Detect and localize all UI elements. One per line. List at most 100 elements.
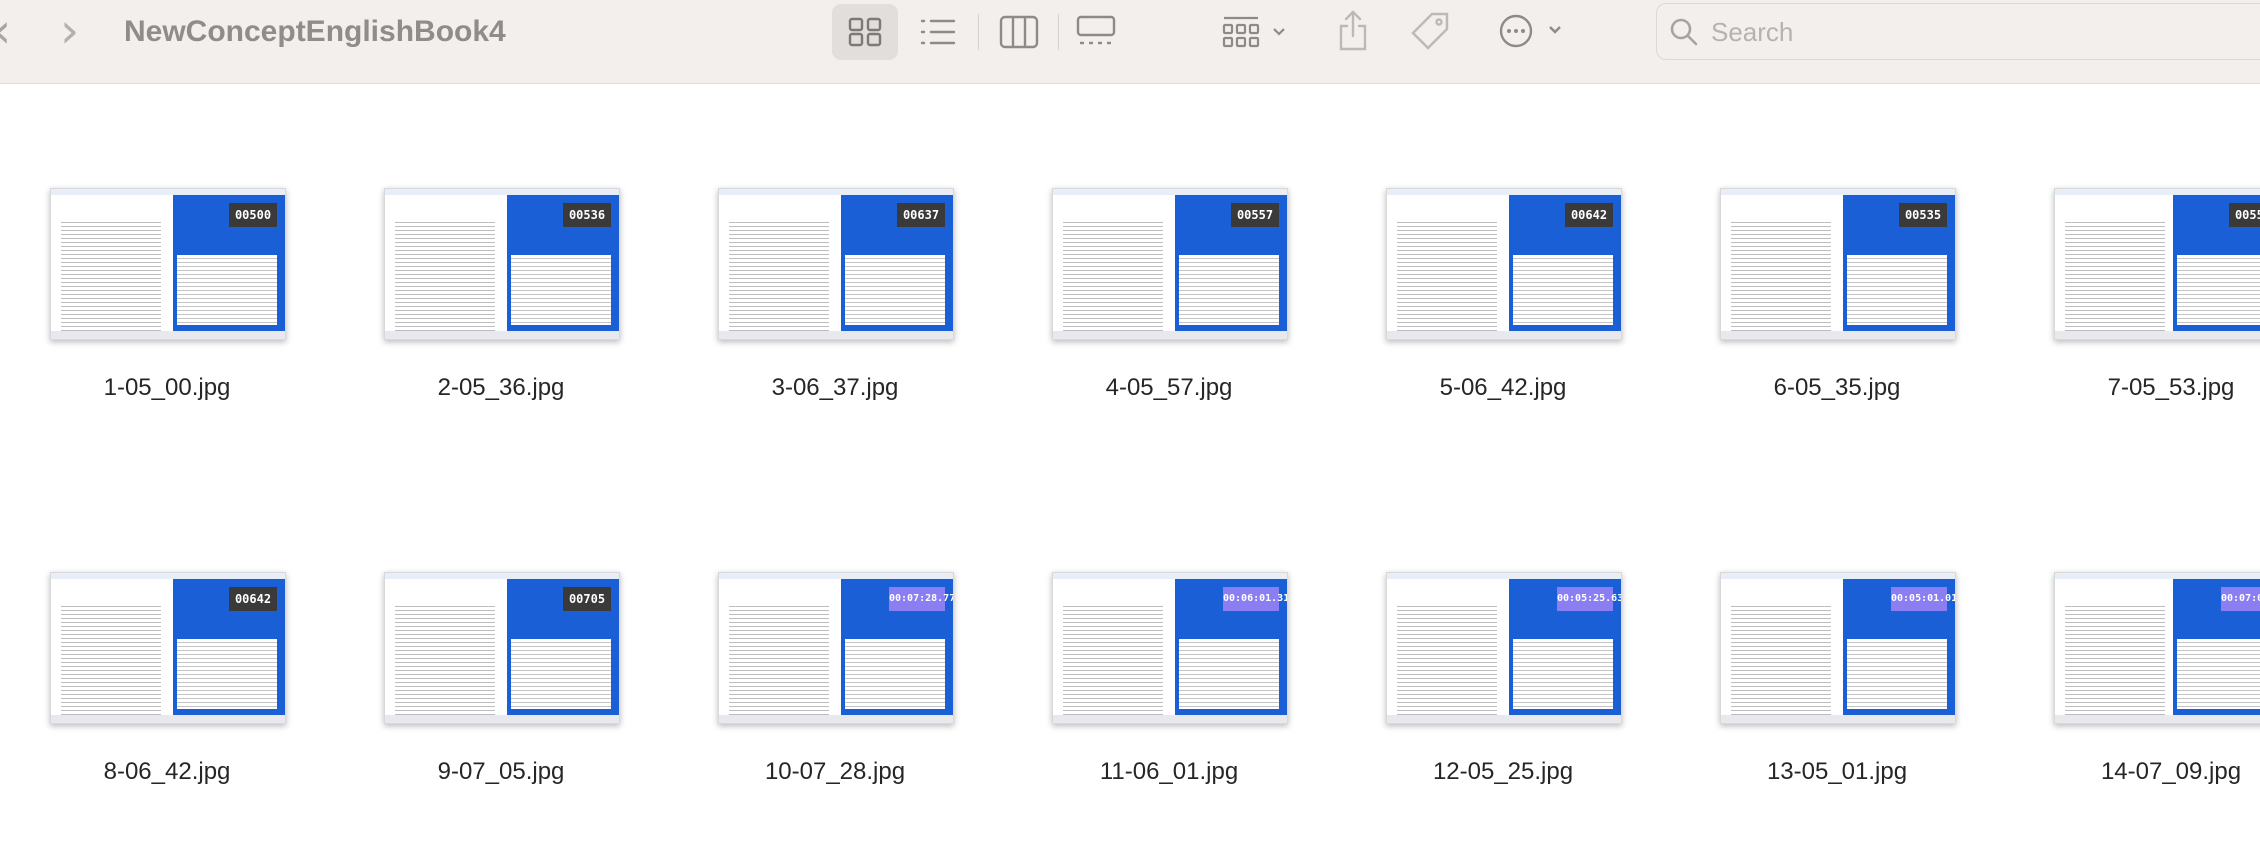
thumb-document [1053, 579, 1169, 715]
thumb-taskbar [51, 331, 285, 339]
file-thumbnail[interactable]: 00:07:28.77 [718, 572, 954, 724]
tag-icon[interactable] [1410, 11, 1450, 51]
file-thumbnail[interactable]: 00:07:09.41 [2054, 572, 2260, 724]
more-actions-icon[interactable] [1498, 12, 1564, 50]
file-thumbnail[interactable]: 00:05:01.01 [1720, 572, 1956, 724]
list-view-icon[interactable] [920, 17, 956, 47]
thumb-timer: 00:05:01.01 [1891, 587, 1955, 611]
thumb-timer: 00705 [563, 587, 611, 611]
column-view-icon[interactable] [999, 15, 1039, 49]
file-item[interactable]: 00536 2-05_36.jpg [334, 84, 668, 401]
file-thumbnail[interactable]: 00637 [718, 188, 954, 340]
thumb-taskbar [2055, 715, 2260, 723]
file-thumbnail[interactable]: 00642 [50, 572, 286, 724]
thumb-document-2 [177, 639, 277, 709]
back-icon[interactable]: ‹ [0, 6, 11, 56]
thumb-document-2 [1847, 639, 1947, 709]
thumb-document-2 [1179, 255, 1279, 325]
thumb-taskbar [385, 331, 619, 339]
thumb-document [51, 195, 167, 331]
file-item[interactable]: 00:07:09.41 14-07_09.jpg [2004, 468, 2260, 785]
thumb-timer: 00:06:01.31 [1223, 587, 1287, 611]
file-thumbnail[interactable]: 00705 [384, 572, 620, 724]
thumb-timer: 00642 [1565, 203, 1613, 227]
file-thumbnail[interactable]: 00557 [1052, 188, 1288, 340]
thumb-taskbar [51, 715, 285, 723]
file-name-label[interactable]: 5-06_42.jpg [1336, 374, 1670, 402]
file-item[interactable]: 00:06:01.31 11-06_01.jpg [1002, 468, 1336, 785]
thumb-document-2 [1847, 255, 1947, 325]
finder-toolbar: ‹ › NewConceptEnglishBook4 [0, 0, 2260, 84]
file-name-label[interactable]: 14-07_09.jpg [2004, 758, 2260, 786]
thumb-taskbar [719, 331, 953, 339]
forward-icon[interactable]: › [60, 6, 79, 56]
thumb-taskbar [2055, 331, 2260, 339]
gallery-view-icon[interactable] [1076, 15, 1116, 49]
thumb-document [385, 195, 501, 331]
thumb-taskbar [1721, 715, 1955, 723]
thumb-document [1387, 579, 1503, 715]
thumb-document [385, 579, 501, 715]
thumb-timer: 00535 [1899, 203, 1947, 227]
thumb-timer: 00637 [897, 203, 945, 227]
thumb-taskbar [1721, 331, 1955, 339]
icon-view-icon[interactable] [848, 17, 882, 47]
file-item[interactable]: 00:07:28.77 10-07_28.jpg [668, 468, 1002, 785]
search-input[interactable] [1709, 14, 2213, 50]
thumb-document-2 [845, 639, 945, 709]
file-item[interactable]: 00:05:01.01 13-05_01.jpg [1670, 468, 2004, 785]
thumb-document [1387, 195, 1503, 331]
file-thumbnail[interactable]: 00536 [384, 188, 620, 340]
file-name-label[interactable]: 6-05_35.jpg [1670, 374, 2004, 402]
file-thumbnail[interactable]: 00:06:01.31 [1052, 572, 1288, 724]
file-name-label[interactable]: 13-05_01.jpg [1670, 758, 2004, 786]
file-thumbnail[interactable]: 00535 [1720, 188, 1956, 340]
file-item[interactable]: 00500 1-05_00.jpg [0, 84, 334, 401]
thumb-taskbar [1053, 715, 1287, 723]
search-field[interactable] [1656, 3, 2260, 60]
file-name-label[interactable]: 9-07_05.jpg [334, 758, 668, 786]
file-name-label[interactable]: 1-05_00.jpg [0, 374, 334, 402]
thumb-document-2 [177, 255, 277, 325]
file-grid: 00500 1-05_00.jpg 00536 2-05_36.jpg 00637 3-0… [0, 84, 2260, 864]
thumb-timer: 00500 [229, 203, 277, 227]
file-item[interactable]: 00705 9-07_05.jpg [334, 468, 668, 785]
file-item[interactable]: 00642 8-06_42.jpg [0, 468, 334, 785]
group-icon[interactable] [1222, 15, 1288, 49]
share-icon[interactable] [1338, 10, 1368, 52]
thumb-document [2055, 195, 2171, 331]
file-item[interactable]: 00:05:25.63 12-05_25.jpg [1336, 468, 1670, 785]
file-item[interactable]: 00642 5-06_42.jpg [1336, 84, 1670, 401]
file-name-label[interactable]: 2-05_36.jpg [334, 374, 668, 402]
file-name-label[interactable]: 12-05_25.jpg [1336, 758, 1670, 786]
thumb-document [1721, 579, 1837, 715]
file-name-label[interactable]: 4-05_57.jpg [1002, 374, 1336, 402]
file-thumbnail[interactable]: 00500 [50, 188, 286, 340]
file-thumbnail[interactable]: 00553 [2054, 188, 2260, 340]
thumb-document-2 [2177, 255, 2260, 325]
file-name-label[interactable]: 7-05_53.jpg [2004, 374, 2260, 402]
thumb-timer: 00:07:28.77 [889, 587, 953, 611]
file-name-label[interactable]: 11-06_01.jpg [1002, 758, 1336, 786]
thumb-timer: 00536 [563, 203, 611, 227]
thumb-document [719, 579, 835, 715]
thumb-timer: 00:07:09.41 [2221, 587, 2260, 611]
file-item[interactable]: 00557 4-05_57.jpg [1002, 84, 1336, 401]
thumb-taskbar [1053, 331, 1287, 339]
window-title: NewConceptEnglishBook4 [124, 15, 506, 48]
thumb-taskbar [385, 715, 619, 723]
file-item[interactable]: 00535 6-05_35.jpg [1670, 84, 2004, 401]
thumb-document-2 [1513, 639, 1613, 709]
thumb-timer: 00557 [1231, 203, 1279, 227]
thumb-document-2 [1179, 639, 1279, 709]
file-name-label[interactable]: 8-06_42.jpg [0, 758, 334, 786]
thumb-document-2 [2177, 639, 2260, 709]
thumb-taskbar [1387, 715, 1621, 723]
file-item[interactable]: 00637 3-06_37.jpg [668, 84, 1002, 401]
file-name-label[interactable]: 10-07_28.jpg [668, 758, 1002, 786]
file-thumbnail[interactable]: 00:05:25.63 [1386, 572, 1622, 724]
file-name-label[interactable]: 3-06_37.jpg [668, 374, 1002, 402]
file-item[interactable]: 00553 7-05_53.jpg [2004, 84, 2260, 401]
toolbar-divider [1058, 14, 1059, 50]
file-thumbnail[interactable]: 00642 [1386, 188, 1622, 340]
